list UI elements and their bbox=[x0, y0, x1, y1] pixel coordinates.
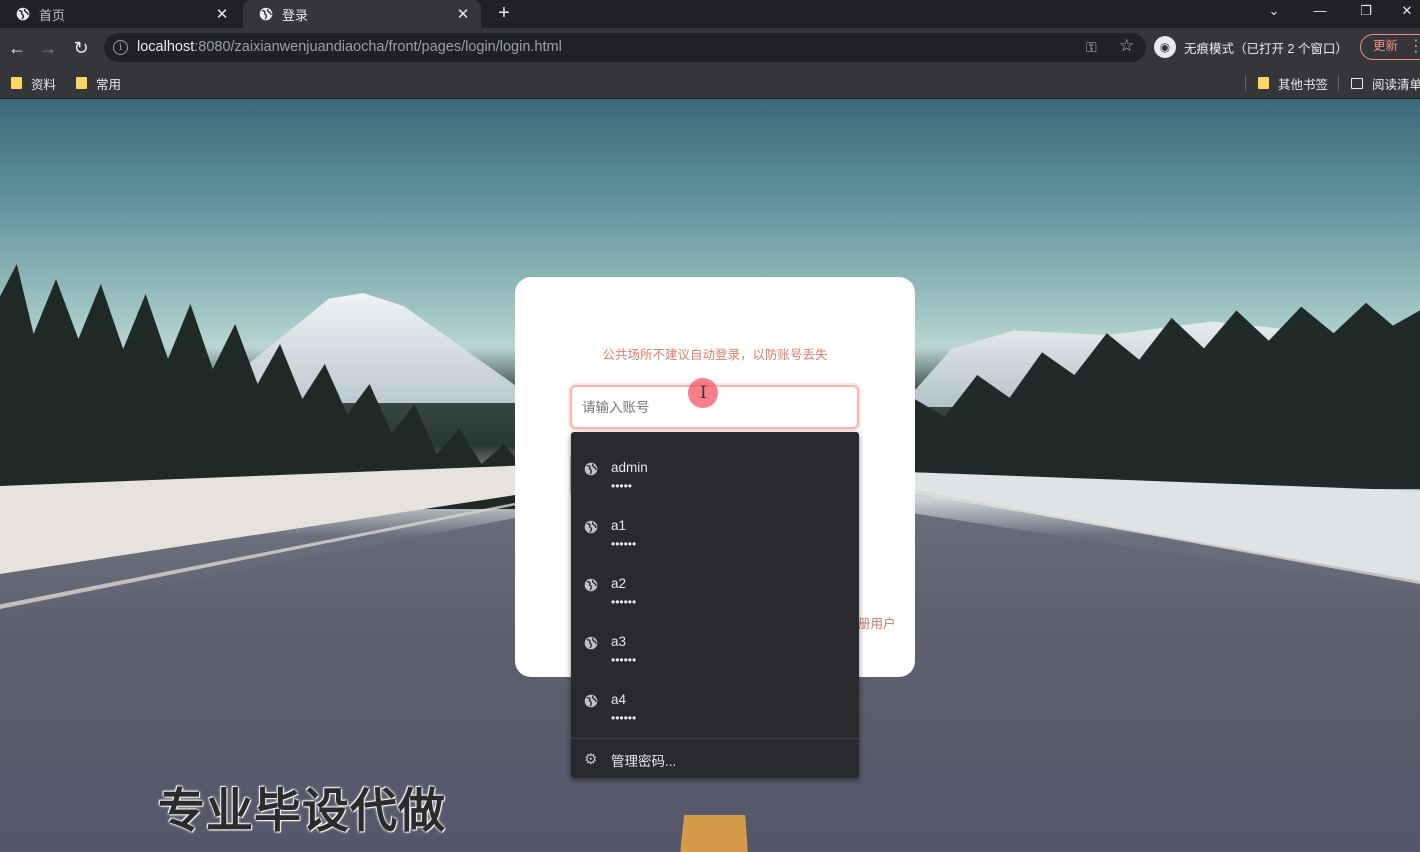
globe-icon bbox=[584, 578, 598, 592]
browser-toolbar: ← → ↻ i localhost:8080/zaixianwenjuandia… bbox=[0, 28, 1420, 68]
globe-icon bbox=[584, 520, 598, 534]
bookmark-star-icon[interactable]: ☆ bbox=[1119, 36, 1134, 56]
text-cursor-icon: I bbox=[700, 383, 707, 403]
tab-search-icon[interactable]: ⌄ bbox=[1256, 0, 1292, 24]
bookmark-label: 资料 bbox=[31, 77, 57, 92]
login-hint: 公共场所不建议自动登录，以防账号丢失 bbox=[602, 348, 828, 362]
bookmark-separator bbox=[1245, 75, 1246, 91]
close-tab-icon[interactable]: ✕ bbox=[214, 5, 230, 23]
folder-icon bbox=[76, 77, 87, 89]
globe-icon bbox=[259, 7, 273, 21]
back-icon[interactable]: ← bbox=[6, 37, 28, 59]
autofill-item[interactable]: a4 •••••• bbox=[571, 674, 859, 732]
more-menu-icon[interactable]: ⋮ bbox=[1408, 36, 1420, 56]
bookmark-separator bbox=[1338, 75, 1339, 91]
autofill-item[interactable]: a1 •••••• bbox=[571, 500, 859, 558]
autofill-password-mask: •••••• bbox=[611, 537, 637, 551]
autofill-password-mask: •••••• bbox=[611, 595, 637, 609]
tab-title: 首页 bbox=[39, 7, 66, 23]
reading-list[interactable]: 阅读清单 bbox=[1351, 74, 1420, 92]
globe-icon bbox=[584, 636, 598, 650]
autofill-password-mask: ••••• bbox=[611, 479, 633, 493]
incognito-indicator[interactable]: ◉ 无痕模式（已打开 2 个窗口） bbox=[1154, 33, 1348, 61]
road-center-mark bbox=[680, 815, 748, 852]
reload-icon[interactable]: ↻ bbox=[70, 37, 92, 59]
folder-icon bbox=[11, 77, 22, 89]
globe-icon bbox=[584, 694, 598, 708]
address-bar[interactable]: i localhost:8080/zaixianwenjuandiaocha/f… bbox=[104, 33, 1146, 62]
password-autofill-dropdown: admin ••••• a1 •••••• a2 •••••• a3 •••••… bbox=[571, 432, 859, 778]
bookmark-other[interactable]: 其他书签 bbox=[1258, 74, 1328, 92]
globe-icon bbox=[584, 462, 598, 476]
bookmark-label: 常用 bbox=[96, 77, 122, 92]
incognito-icon: ◉ bbox=[1154, 36, 1176, 58]
tab-login[interactable]: 登录 ✕ bbox=[243, 0, 481, 28]
reading-list-icon bbox=[1351, 77, 1363, 89]
minimize-icon[interactable]: — bbox=[1302, 0, 1338, 24]
gear-icon: ⚙ bbox=[584, 751, 598, 768]
restore-icon[interactable]: ❐ bbox=[1348, 0, 1384, 24]
globe-icon bbox=[16, 7, 30, 21]
close-window-icon[interactable]: ✕ bbox=[1394, 0, 1420, 24]
bookmark-label: 其他书签 bbox=[1278, 77, 1329, 92]
bookmark-ziliao[interactable]: 资料 bbox=[11, 74, 56, 92]
autofill-username: a3 bbox=[611, 634, 627, 649]
bookmarks-bar: 资料 常用 其他书签 阅读清单 bbox=[0, 68, 1420, 99]
new-tab-button[interactable]: + bbox=[493, 2, 515, 24]
autofill-item[interactable]: a2 •••••• bbox=[571, 558, 859, 616]
incognito-label: 无痕模式（已打开 2 个窗口） bbox=[1184, 41, 1348, 56]
autofill-password-mask: •••••• bbox=[611, 711, 637, 725]
autofill-username: a1 bbox=[611, 518, 627, 533]
autofill-username: a2 bbox=[611, 576, 627, 591]
autofill-username: a4 bbox=[611, 692, 627, 707]
register-link[interactable]: 册用户 bbox=[858, 613, 896, 632]
close-tab-icon[interactable]: ✕ bbox=[455, 5, 471, 23]
folder-icon bbox=[1258, 77, 1269, 89]
tab-strip: 首页 ✕ 登录 ✕ + ⌄ — ❐ ✕ bbox=[0, 0, 1420, 28]
forward-icon[interactable]: → bbox=[37, 37, 59, 59]
autofill-username: admin bbox=[611, 460, 648, 475]
key-icon[interactable]: ⚿ bbox=[1086, 39, 1097, 56]
bookmark-changyong[interactable]: 常用 bbox=[76, 74, 121, 92]
manage-passwords-label: 管理密码... bbox=[611, 754, 677, 769]
autofill-item[interactable]: admin ••••• bbox=[571, 442, 859, 500]
watermark-text: 专业毕设代做 bbox=[158, 784, 446, 839]
site-info-icon[interactable]: i bbox=[113, 40, 128, 55]
autofill-password-mask: •••••• bbox=[611, 653, 637, 667]
autofill-item[interactable]: a3 •••••• bbox=[571, 616, 859, 674]
tab-title: 登录 bbox=[282, 7, 309, 23]
tab-home[interactable]: 首页 ✕ bbox=[0, 0, 240, 28]
bookmark-label: 阅读清单 bbox=[1372, 77, 1420, 92]
manage-passwords-button[interactable]: ⚙ 管理密码... bbox=[571, 739, 859, 778]
url-text[interactable]: localhost:8080/zaixianwenjuandiaocha/fro… bbox=[137, 39, 562, 55]
